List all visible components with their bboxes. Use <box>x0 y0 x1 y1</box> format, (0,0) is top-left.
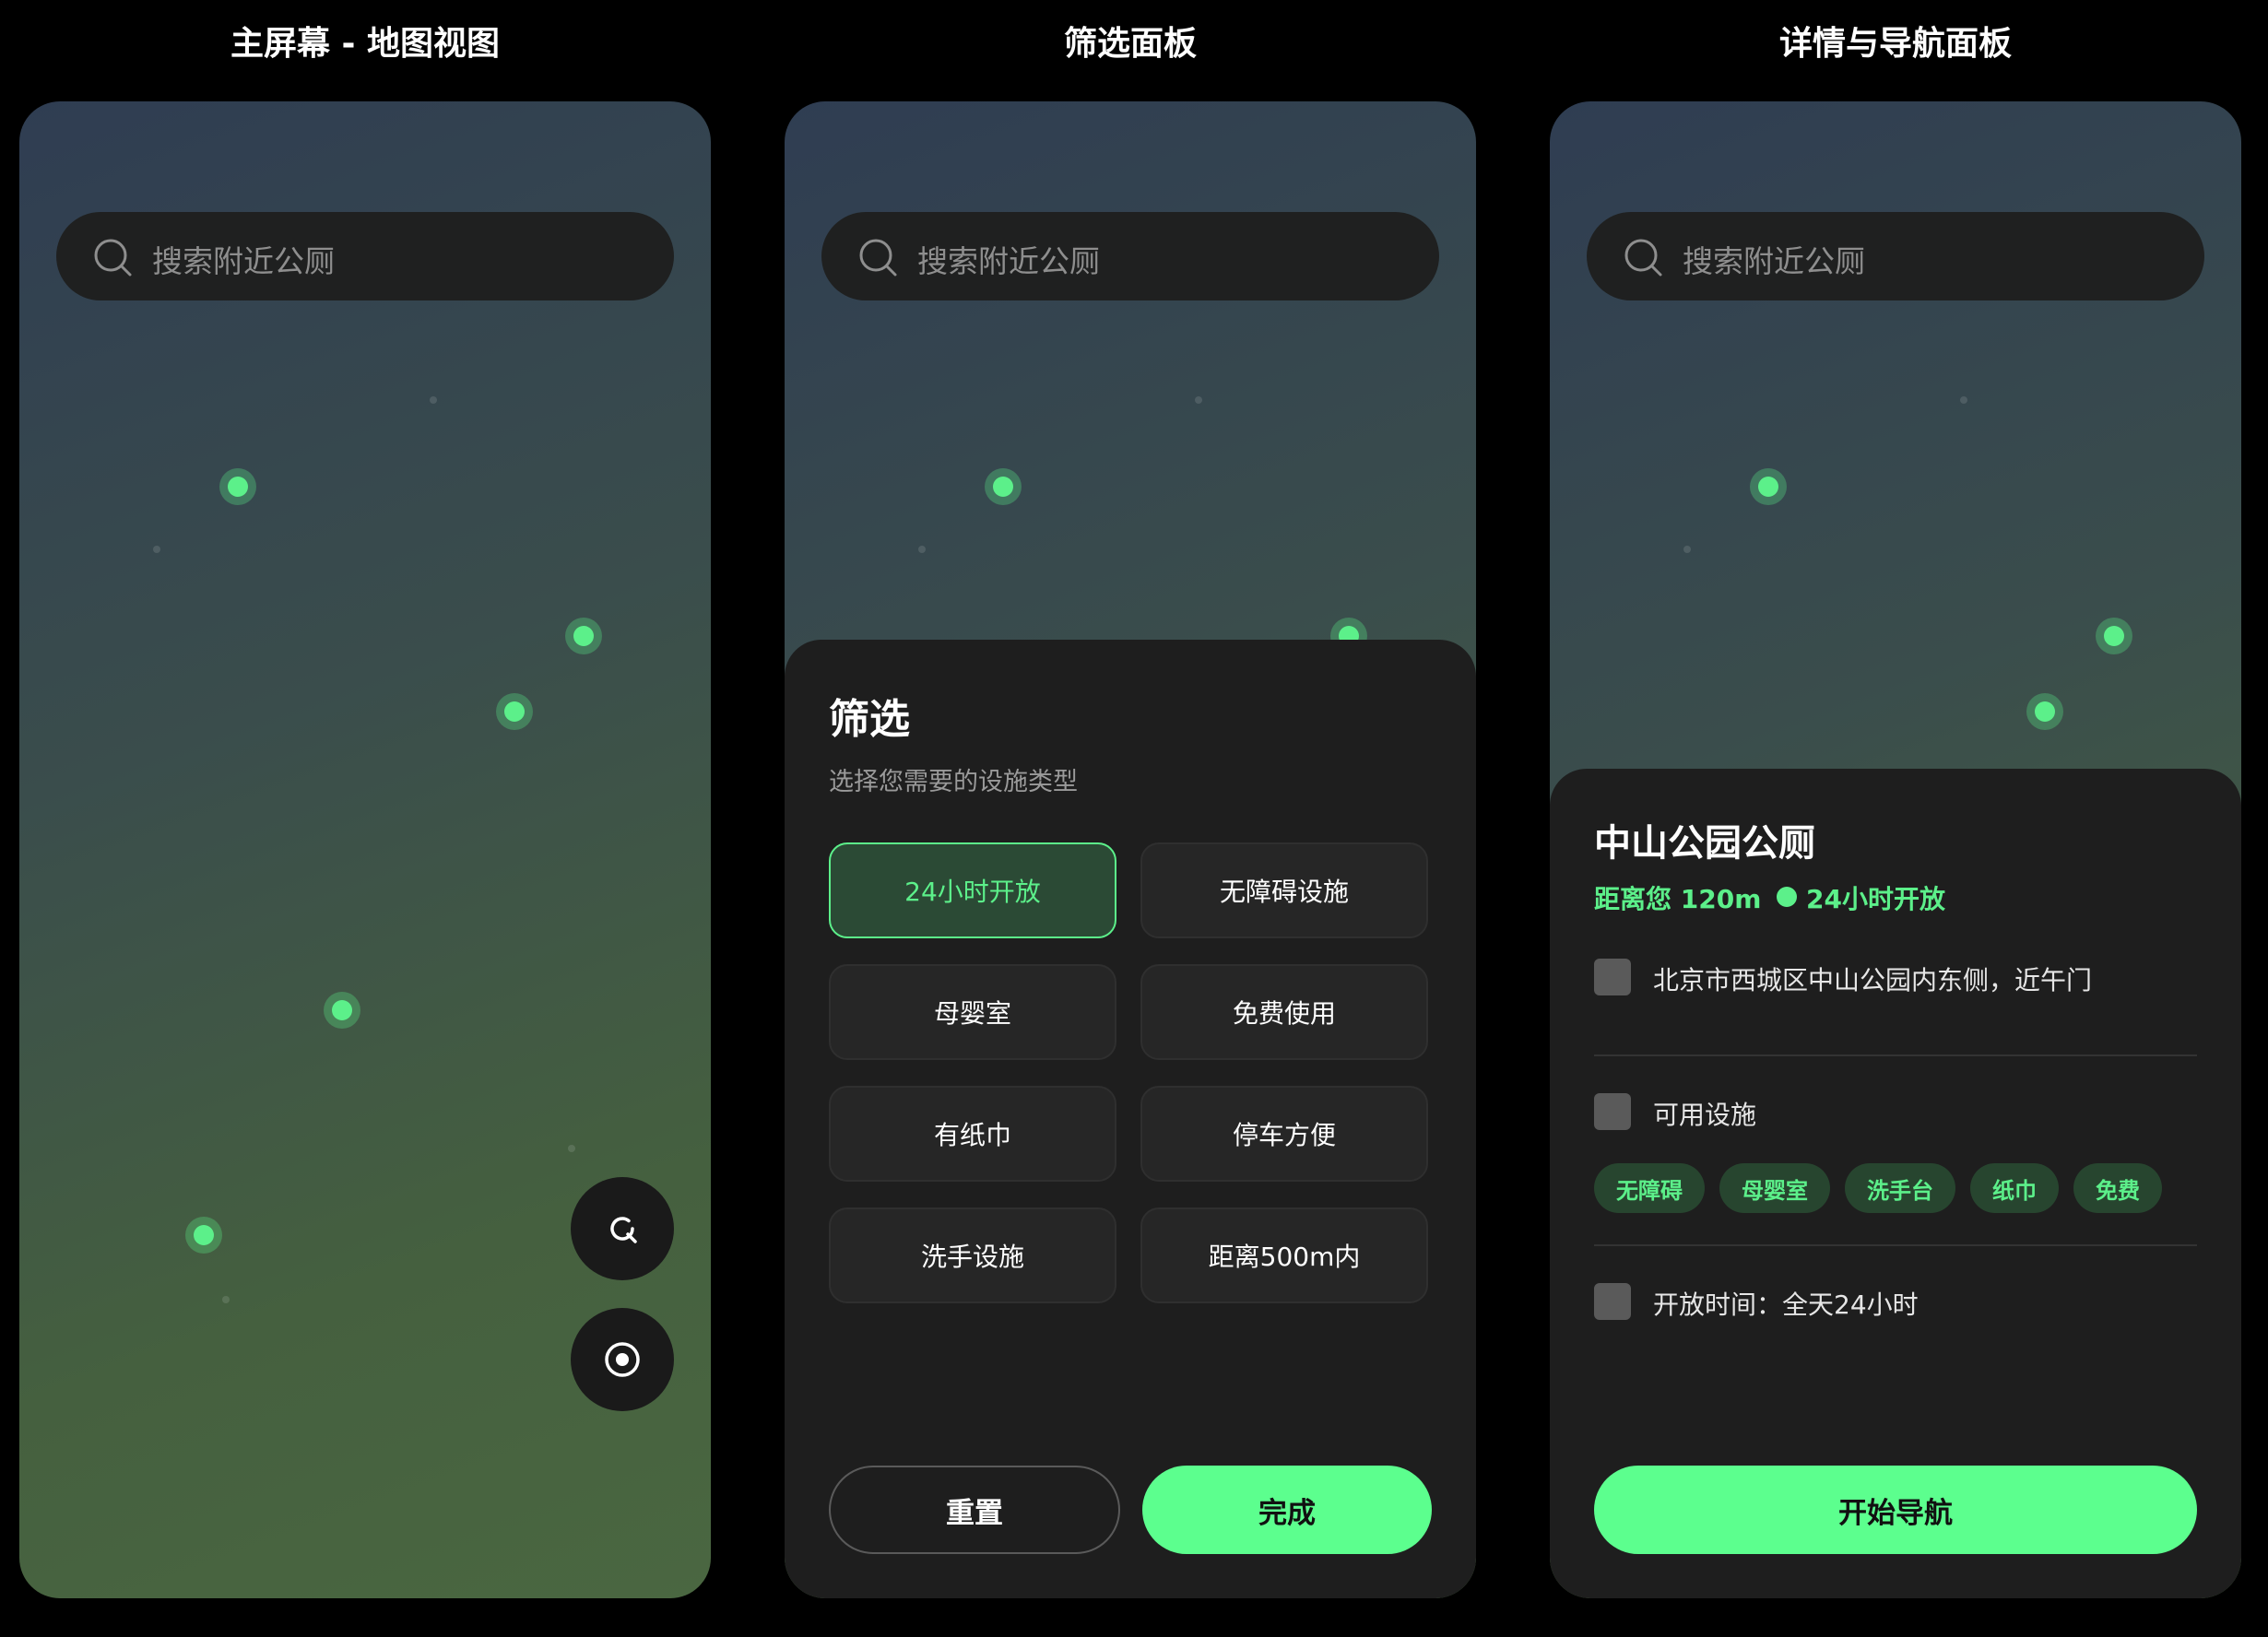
filter-subtitle: 选择您需要的设施类型 <box>829 768 1078 796</box>
open-time-text: 开放时间：全天24小时 <box>1653 1290 1919 1320</box>
facility-tag: 无障碍 <box>1594 1163 1705 1213</box>
phone-map-view: 搜索附近公厕 <box>19 101 711 1598</box>
facility-tags: 无障碍 母婴室 洗手台 纸巾 免费 <box>1594 1163 2197 1213</box>
search-bar[interactable]: 搜索附近公厕 <box>56 212 674 300</box>
clock-icon <box>1594 1283 1631 1320</box>
facility-tag: 洗手台 <box>1845 1163 1955 1213</box>
map-pin-icon[interactable] <box>219 468 256 505</box>
phone-filter-panel: 搜索附近公厕 筛选 选择您需要的设施类型 24小时开放 无障碍设施 母婴室 免费… <box>785 101 1476 1598</box>
filter-option-parking[interactable]: 停车方便 <box>1140 1086 1428 1182</box>
divider <box>1594 1054 2197 1056</box>
divider <box>1594 1244 2197 1246</box>
filter-option-24h[interactable]: 24小时开放 <box>829 842 1116 938</box>
search-icon <box>859 239 897 277</box>
refresh-button[interactable] <box>571 1177 674 1280</box>
search-bar[interactable]: 搜索附近公厕 <box>821 212 1439 300</box>
map-pin-icon[interactable] <box>324 992 360 1029</box>
filter-option-accessible[interactable]: 无障碍设施 <box>1140 842 1428 938</box>
facilities-label: 可用设施 <box>1653 1100 1757 1130</box>
map-pin-icon[interactable] <box>2096 618 2132 654</box>
reset-button[interactable]: 重置 <box>829 1466 1120 1554</box>
facility-tag: 纸巾 <box>1970 1163 2059 1213</box>
location-icon <box>1594 959 1631 995</box>
start-navigation-button[interactable]: 开始导航 <box>1594 1466 2197 1554</box>
facilities-icon <box>1594 1093 1631 1130</box>
search-icon <box>94 239 132 277</box>
filter-sheet: 筛选 选择您需要的设施类型 24小时开放 无障碍设施 母婴室 免费使用 有纸巾 … <box>785 640 1476 1598</box>
search-placeholder: 搜索附近公厕 <box>152 243 335 279</box>
map-pin-icon[interactable] <box>985 468 1022 505</box>
map-dot <box>222 1296 230 1303</box>
map-dot <box>918 546 926 553</box>
detail-sheet: 中山公园公厕 距离您 120m 24小时开放 北京市西城区中山公园内东侧，近午门… <box>1550 769 2241 1598</box>
locate-button[interactable] <box>571 1308 674 1411</box>
filter-option-free[interactable]: 免费使用 <box>1140 964 1428 1060</box>
filter-title: 筛选 <box>829 696 910 743</box>
map-dot <box>1960 396 1967 404</box>
filter-option-within-500m[interactable]: 距离500m内 <box>1140 1207 1428 1303</box>
search-placeholder: 搜索附近公厕 <box>917 243 1100 279</box>
column-title-filter: 筛选面板 <box>1063 25 1197 63</box>
map-dot <box>153 546 160 553</box>
locate-icon <box>605 1342 640 1377</box>
facility-tag: 母婴室 <box>1719 1163 1830 1213</box>
search-icon <box>1624 239 1662 277</box>
toilet-name: 中山公园公厕 <box>1594 822 1815 865</box>
map-dot <box>568 1145 575 1152</box>
refresh-icon <box>610 1217 637 1243</box>
map-dot <box>430 396 437 404</box>
map-dot <box>1683 546 1691 553</box>
done-button[interactable]: 完成 <box>1142 1466 1432 1554</box>
map-pin-icon[interactable] <box>565 618 602 654</box>
map-dot <box>1195 396 1202 404</box>
column-title-map: 主屏幕 - 地图视图 <box>230 25 500 63</box>
search-bar[interactable]: 搜索附近公厕 <box>1587 212 2204 300</box>
open-status-text: 24小时开放 <box>1806 884 1945 914</box>
column-title-detail: 详情与导航面板 <box>1778 25 2012 63</box>
distance-text: 距离您 120m <box>1594 884 1762 914</box>
filter-option-handwash[interactable]: 洗手设施 <box>829 1207 1116 1303</box>
filter-option-baby-room[interactable]: 母婴室 <box>829 964 1116 1060</box>
open-status-dot <box>1777 887 1797 907</box>
map-pin-icon[interactable] <box>185 1217 222 1254</box>
map-pin-icon[interactable] <box>496 693 533 730</box>
map-pin-icon[interactable] <box>1750 468 1787 505</box>
facility-tag: 免费 <box>2073 1163 2162 1213</box>
filter-option-tissue[interactable]: 有纸巾 <box>829 1086 1116 1182</box>
search-placeholder: 搜索附近公厕 <box>1683 243 1865 279</box>
phone-detail-panel: 搜索附近公厕 中山公园公厕 距离您 120m 24小时开放 北京市西城区中山公园… <box>1550 101 2241 1598</box>
map-pin-icon[interactable] <box>2026 693 2063 730</box>
address-text: 北京市西城区中山公园内东侧，近午门 <box>1653 965 2093 995</box>
